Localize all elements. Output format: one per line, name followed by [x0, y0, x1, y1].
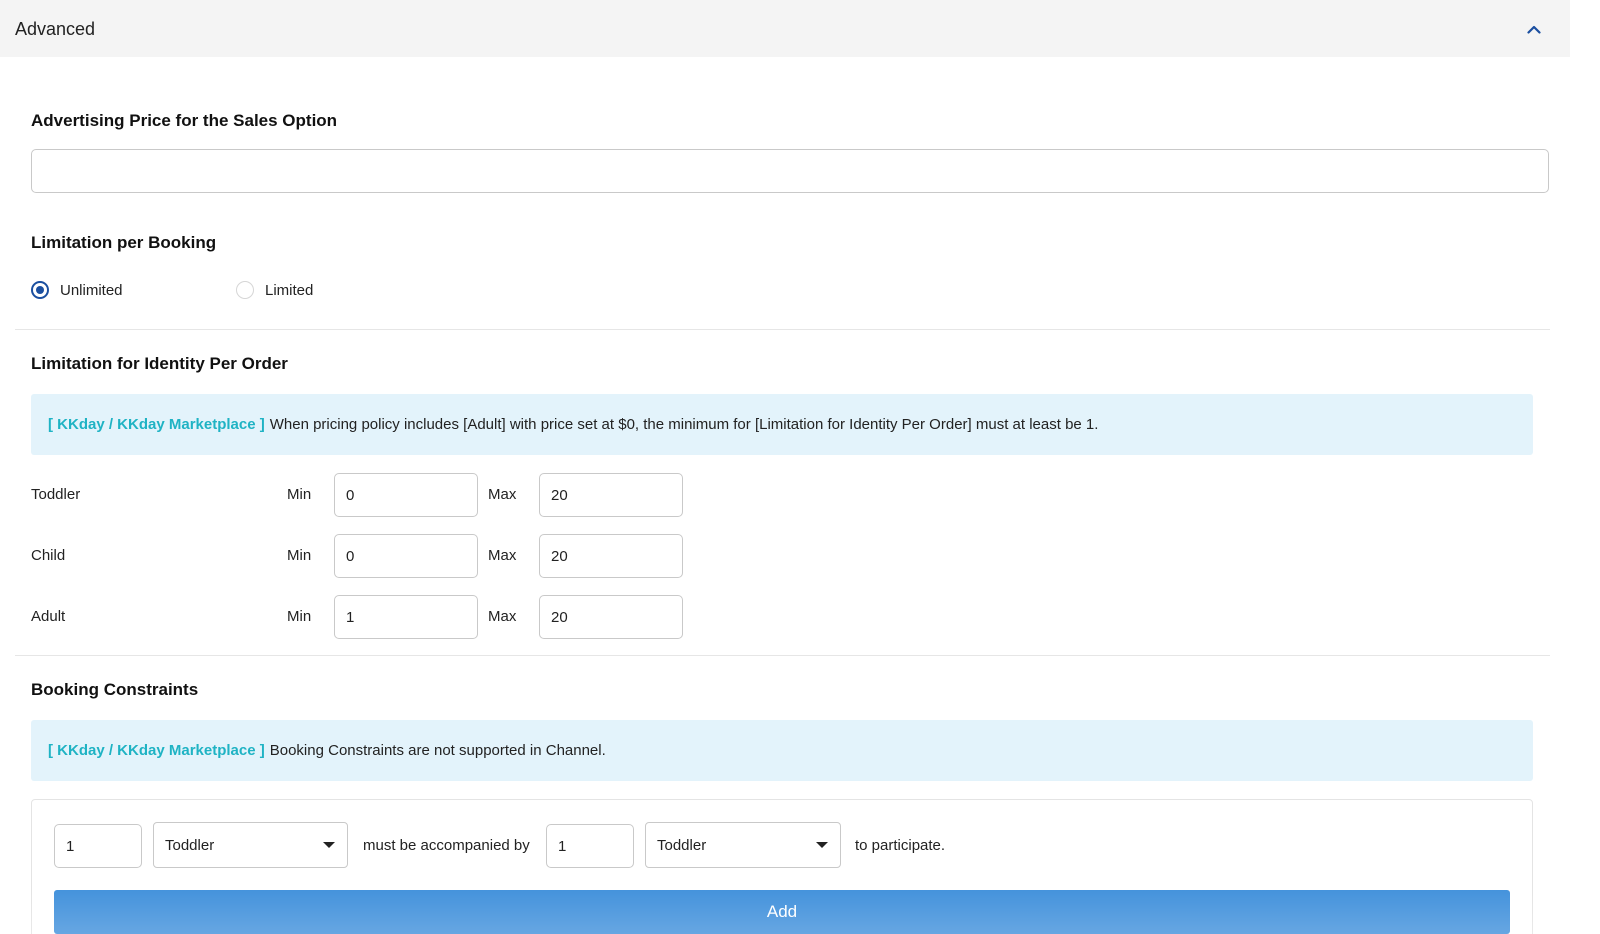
- radio-limited-label: Limited: [265, 281, 314, 299]
- max-label: Max: [488, 486, 517, 503]
- max-label: Max: [488, 547, 517, 564]
- notice-tag: [ KKday / KKday Marketplace ]: [48, 742, 265, 759]
- toddler-max-input[interactable]: [539, 473, 683, 517]
- add-constraint-button[interactable]: Add: [54, 890, 1510, 934]
- radio-limited[interactable]: Limited: [236, 281, 313, 299]
- constraint-identity-a-select[interactable]: Toddler: [153, 822, 348, 868]
- panel-title: Advanced: [15, 19, 96, 39]
- adult-max-input[interactable]: [539, 595, 683, 639]
- constraint-connector-text: must be accompanied by: [363, 837, 530, 854]
- adult-min-input[interactable]: [334, 595, 478, 639]
- constraint-count-a-input[interactable]: [54, 824, 142, 868]
- divider: [15, 329, 1550, 330]
- identity-limits-notice: [ KKday / KKday Marketplace ] When prici…: [31, 394, 1533, 455]
- advanced-panel-header[interactable]: Advanced: [0, 0, 1570, 57]
- select-value: Toddler: [165, 836, 215, 854]
- child-min-input[interactable]: [334, 534, 478, 578]
- caret-down-icon: [323, 842, 335, 848]
- booking-constraints-notice: [ KKday / KKday Marketplace ] Booking Co…: [31, 720, 1533, 781]
- select-value: Toddler: [657, 836, 707, 854]
- limitation-radio-group: Unlimited Limited: [31, 281, 431, 301]
- identity-row-label-child: Child: [31, 547, 66, 564]
- chevron-up-icon[interactable]: [1525, 20, 1543, 38]
- radio-limited-circle[interactable]: [236, 281, 254, 299]
- identity-row-label-adult: Adult: [31, 608, 66, 625]
- min-label: Min: [287, 608, 312, 625]
- child-max-input[interactable]: [539, 534, 683, 578]
- constraint-count-b-input[interactable]: [546, 824, 634, 868]
- identity-limits-title: Limitation for Identity Per Order: [31, 354, 288, 373]
- radio-unlimited-circle[interactable]: [31, 281, 49, 299]
- notice-text: Booking Constraints are not supported in…: [269, 742, 606, 759]
- advertising-price-input[interactable]: [31, 149, 1549, 193]
- constraint-suffix-text: to participate.: [855, 837, 946, 854]
- limitation-per-booking-title: Limitation per Booking: [31, 233, 217, 252]
- min-label: Min: [287, 547, 312, 564]
- booking-constraints-title: Booking Constraints: [31, 680, 199, 699]
- radio-unlimited[interactable]: Unlimited: [31, 281, 123, 299]
- divider: [15, 655, 1550, 656]
- radio-unlimited-label: Unlimited: [60, 281, 123, 299]
- max-label: Max: [488, 608, 517, 625]
- notice-tag: [ KKday / KKday Marketplace ]: [48, 416, 265, 433]
- min-label: Min: [287, 486, 312, 503]
- advertising-price-title: Advertising Price for the Sales Option: [31, 111, 338, 130]
- toddler-min-input[interactable]: [334, 473, 478, 517]
- identity-row-label-toddler: Toddler: [31, 486, 81, 503]
- caret-down-icon: [816, 842, 828, 848]
- notice-text: When pricing policy includes [Adult] wit…: [269, 416, 1099, 433]
- constraint-identity-b-select[interactable]: Toddler: [645, 822, 841, 868]
